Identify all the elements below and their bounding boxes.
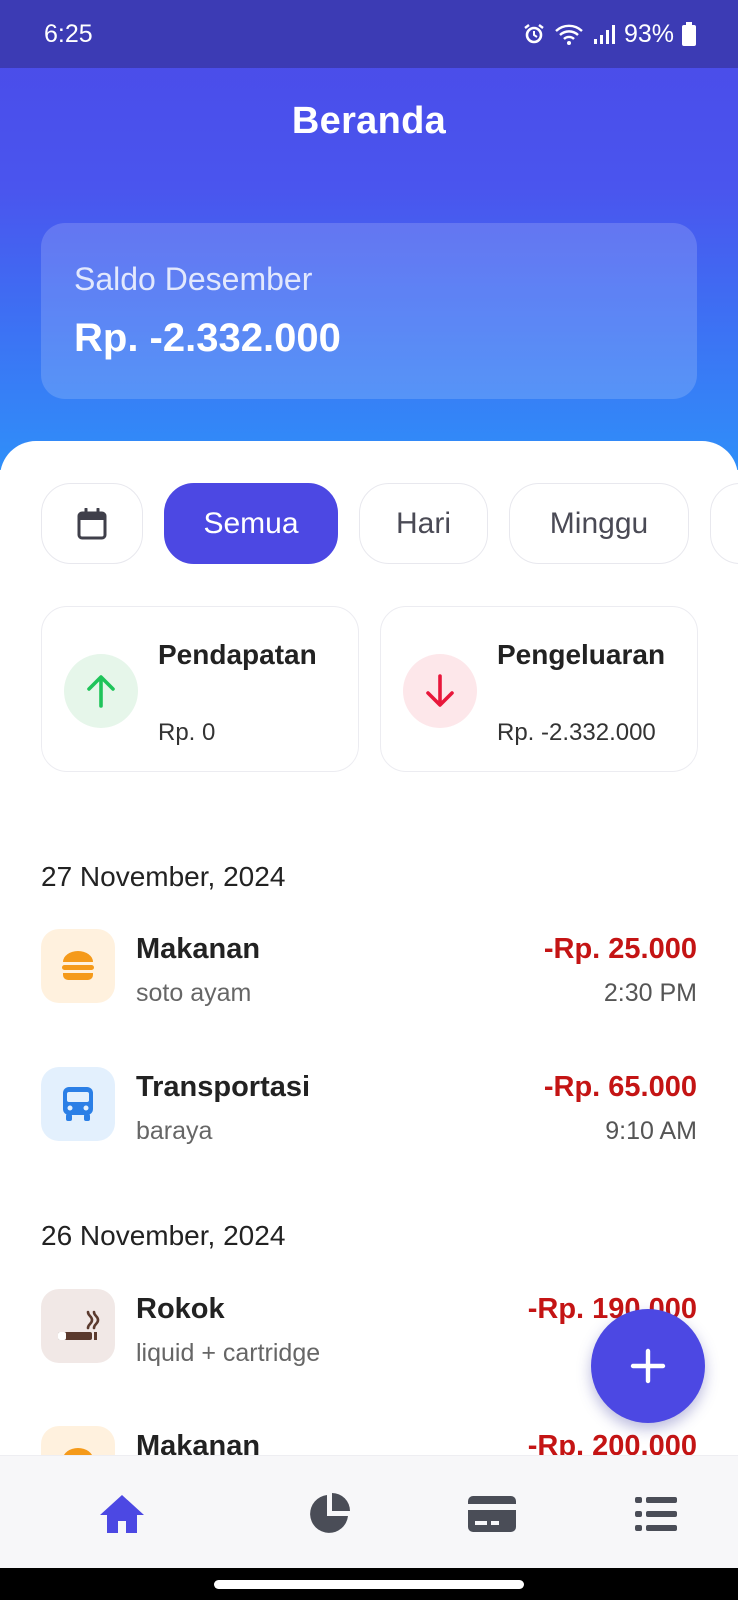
balance-label: Saldo Desember (74, 261, 313, 297)
income-summary-card[interactable]: Pendapatan Rp. 0 (41, 606, 359, 772)
status-icons: 93% (522, 20, 696, 49)
calendar-filter-button[interactable] (41, 483, 143, 564)
transaction-amount: -Rp. 200.000 (527, 1430, 697, 1455)
arrow-up-icon (87, 675, 115, 708)
pie-chart-icon (310, 1493, 350, 1533)
transaction-row[interactable]: Makanan soto ayam -Rp. 25.000 2:30 PM (41, 929, 697, 1007)
transaction-row[interactable]: Makanan -Rp. 200.000 (41, 1426, 697, 1455)
nav-home[interactable] (92, 1484, 152, 1544)
home-icon (100, 1495, 144, 1533)
transaction-note: baraya (136, 1117, 213, 1145)
gesture-handle[interactable] (214, 1580, 524, 1589)
page-title: Beranda (291, 100, 447, 142)
transaction-note: liquid + cartridge (136, 1339, 321, 1367)
nav-statistics[interactable] (299, 1484, 359, 1544)
date-header: 27 November, 2024 (41, 861, 286, 892)
expense-title: Pengeluaran (497, 639, 666, 670)
battery-percent: 93% (623, 19, 674, 48)
alarm-icon (524, 24, 544, 44)
status-time: 6:25 (44, 19, 93, 48)
transaction-icon-badge (41, 1067, 115, 1141)
card-icon (468, 1496, 516, 1532)
date-header: 26 November, 2024 (41, 1220, 286, 1251)
transaction-row[interactable]: Transportasi baraya -Rp. 65.000 9:10 AM (41, 1067, 697, 1145)
transaction-title: Transportasi (136, 1071, 311, 1103)
burger-icon (62, 951, 94, 980)
filter-chip-minggu[interactable]: Minggu (509, 483, 689, 564)
expense-icon-badge (403, 654, 477, 728)
expense-value: Rp. -2.332.000 (497, 719, 656, 746)
list-icon (635, 1497, 677, 1531)
income-value: Rp. 0 (158, 719, 216, 746)
bus-icon (63, 1087, 93, 1121)
calendar-icon (77, 507, 107, 539)
income-title: Pendapatan (158, 639, 317, 670)
bottom-navigation (0, 1455, 738, 1568)
income-icon-badge (64, 654, 138, 728)
filter-chip-semua[interactable]: Semua (164, 483, 338, 564)
burger-icon (64, 1448, 92, 1455)
cigarette-icon (58, 1310, 100, 1340)
system-gesture-area (0, 1568, 738, 1600)
transaction-time: 9:10 AM (605, 1117, 697, 1145)
nav-cards[interactable] (462, 1484, 522, 1544)
status-bar: 6:25 93% (0, 0, 738, 68)
transaction-icon-badge (41, 1289, 115, 1363)
wifi-icon (555, 24, 583, 45)
transaction-title: Rokok (136, 1293, 225, 1325)
transaction-icon-badge (41, 929, 115, 1003)
nav-list[interactable] (626, 1484, 686, 1544)
transaction-icon-badge (41, 1426, 115, 1455)
balance-card: Saldo Desember Rp. -2.332.000 (41, 223, 697, 399)
battery-icon (682, 22, 696, 46)
filter-chip-hari[interactable]: Hari (359, 483, 488, 564)
transaction-note: soto ayam (136, 979, 252, 1007)
transaction-amount: -Rp. 25.000 (543, 933, 697, 965)
transaction-title: Makanan (136, 1430, 261, 1455)
expense-summary-card[interactable]: Pengeluaran Rp. -2.332.000 (380, 606, 698, 772)
transaction-amount: -Rp. 65.000 (543, 1071, 697, 1103)
add-transaction-button[interactable] (591, 1309, 705, 1423)
signal-icon (593, 25, 615, 44)
plus-icon (630, 1348, 666, 1384)
transaction-time: 2:30 PM (603, 979, 697, 1007)
balance-value: Rp. -2.332.000 (74, 316, 341, 360)
transaction-title: Makanan (136, 933, 261, 965)
arrow-down-icon (426, 674, 454, 707)
